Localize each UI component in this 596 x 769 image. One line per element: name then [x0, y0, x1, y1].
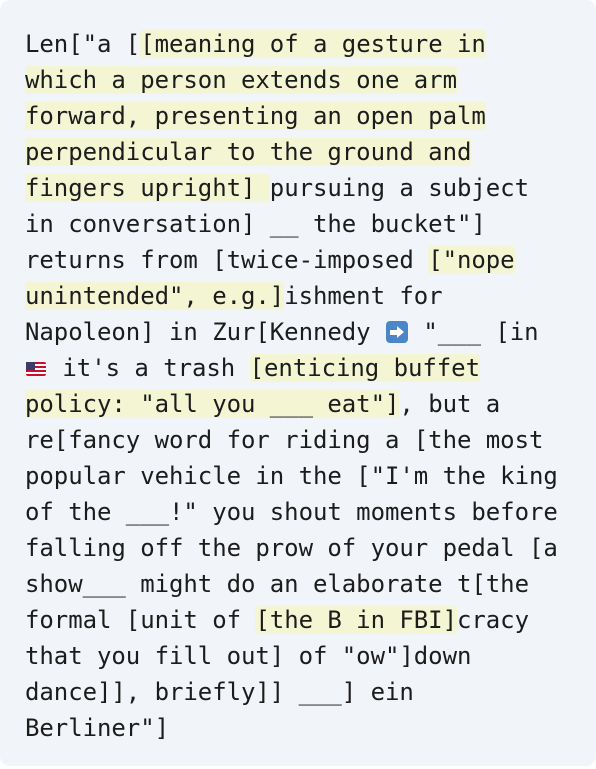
- highlighted-clue: perpendicular to the ground and: [25, 138, 472, 166]
- nested-clue-text: Len["a [[meaning of a gesture in which a …: [25, 26, 558, 746]
- text-segment: falling off the prow of your pedal [a: [25, 534, 558, 562]
- text-segment: formal [unit of: [25, 606, 256, 634]
- text-line: returns from [twice-imposed ["nope: [25, 242, 558, 278]
- text-segment: that you fill out] of "ow"]down: [25, 642, 472, 670]
- text-line: it's a trash [enticing buffet: [25, 350, 558, 386]
- text-segment: Len["a [: [25, 30, 141, 58]
- text-line: fingers upright] pursuing a subject: [25, 170, 558, 206]
- text-line: Berliner"]: [25, 710, 558, 746]
- highlighted-clue: ["nope: [428, 246, 515, 274]
- text-segment: , but a: [399, 390, 501, 418]
- text-segment: dance]], briefly]] ___] ein: [25, 678, 414, 706]
- text-segment: cracy: [456, 606, 529, 634]
- highlighted-clue: fingers upright]: [25, 174, 270, 202]
- text-line: in conversation] __ the bucket"]: [25, 206, 558, 242]
- us-flag-emoji-icon: [26, 362, 46, 376]
- text-line: of the ___!" you shout moments before: [25, 494, 558, 530]
- text-segment: of the ___!" you shout moments before: [25, 498, 558, 526]
- text-segment: pursuing a subject: [269, 174, 529, 202]
- text-segment: show___ might do an elaborate t[the: [25, 570, 529, 598]
- highlighted-clue: forward, presenting an open palm: [25, 102, 486, 130]
- text-line: perpendicular to the ground and: [25, 134, 558, 170]
- text-line: Len["a [[meaning of a gesture in: [25, 26, 558, 62]
- text-segment: re[fancy word for riding a [the most: [25, 426, 544, 454]
- text-line: which a person extends one arm: [25, 62, 558, 98]
- highlighted-clue: [the B in FBI]: [255, 606, 457, 634]
- text-line: policy: "all you ___ eat"], but a: [25, 386, 558, 422]
- text-segment: Napoleon] in Zur[Kennedy: [25, 318, 385, 346]
- text-segment: returns from [twice-imposed: [25, 246, 429, 274]
- text-segment: in conversation] __ the bucket"]: [25, 210, 486, 238]
- text-segment: "___ [in: [408, 318, 539, 346]
- text-segment: Berliner"]: [25, 714, 169, 742]
- text-segment: ishment for: [284, 282, 443, 310]
- text-line: show___ might do an elaborate t[the: [25, 566, 558, 602]
- text-line: re[fancy word for riding a [the most: [25, 422, 558, 458]
- highlighted-clue: policy: "all you ___ eat"]: [25, 390, 400, 418]
- highlighted-clue: unintended", e.g.]: [25, 282, 285, 310]
- text-line: forward, presenting an open palm: [25, 98, 558, 134]
- text-segment: popular vehicle in the ["I'm the king: [25, 462, 558, 490]
- text-line: that you fill out] of "ow"]down: [25, 638, 558, 674]
- text-line: Napoleon] in Zur[Kennedy "___ [in: [25, 314, 558, 350]
- puzzle-card: Len["a [[meaning of a gesture in which a …: [0, 0, 596, 766]
- text-line: popular vehicle in the ["I'm the king: [25, 458, 558, 494]
- text-line: unintended", e.g.]ishment for: [25, 278, 558, 314]
- text-line: dance]], briefly]] ___] ein: [25, 674, 558, 710]
- text-line: formal [unit of [the B in FBI]cracy: [25, 602, 558, 638]
- highlighted-clue: which a person extends one arm: [25, 66, 457, 94]
- text-line: falling off the prow of your pedal [a: [25, 530, 558, 566]
- right-arrow-emoji-icon: [385, 321, 408, 343]
- text-segment: it's a trash: [48, 354, 250, 382]
- highlighted-clue: [meaning of a gesture in: [140, 30, 486, 58]
- highlighted-clue: [enticing buffet: [249, 354, 480, 382]
